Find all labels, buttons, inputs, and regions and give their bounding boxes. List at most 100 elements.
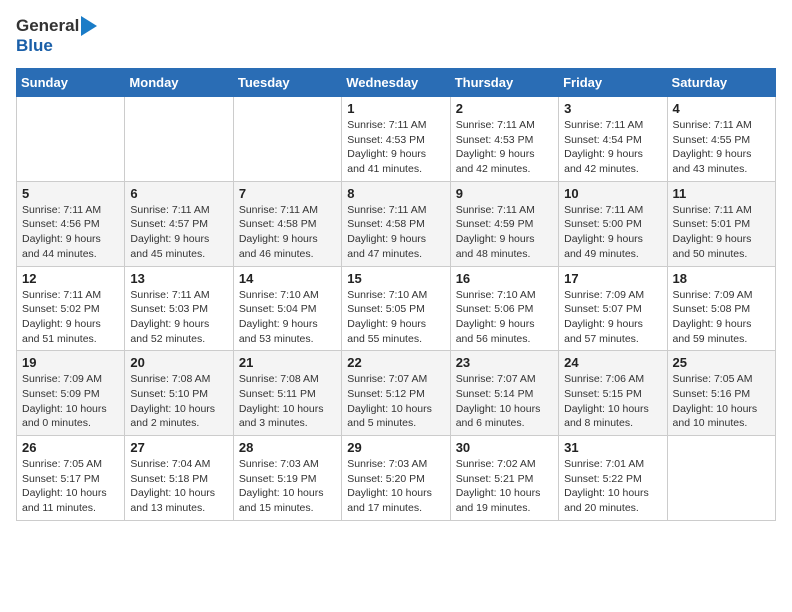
page-header: General Blue (16, 16, 776, 56)
header-wednesday: Wednesday (342, 69, 450, 97)
calendar-cell: 21Sunrise: 7:08 AM Sunset: 5:11 PM Dayli… (233, 351, 341, 436)
calendar-week-2: 5 Sunrise: 7:11 AM Sunset: 4:56 PM Daylig… (17, 181, 776, 266)
day-info: Sunrise: 7:11 AM Sunset: 4:59 PM Dayligh… (456, 203, 553, 262)
calendar-body: 1 Sunrise: 7:11 AM Sunset: 4:53 PM Daylig… (17, 97, 776, 521)
calendar-cell: 10 Sunrise: 7:11 AM Sunset: 5:00 PM Dayli… (559, 181, 667, 266)
calendar-week-3: 12 Sunrise: 7:11 AM Sunset: 5:02 PM Dayli… (17, 266, 776, 351)
calendar-cell: 6 Sunrise: 7:11 AM Sunset: 4:57 PM Daylig… (125, 181, 233, 266)
day-info: Sunrise: 7:11 AM Sunset: 5:02 PM Dayligh… (22, 288, 119, 347)
calendar-week-5: 26Sunrise: 7:05 AM Sunset: 5:17 PM Dayli… (17, 436, 776, 521)
calendar-cell: 1 Sunrise: 7:11 AM Sunset: 4:53 PM Daylig… (342, 97, 450, 182)
day-number: 18 (673, 271, 770, 286)
calendar-cell: 15 Sunrise: 7:10 AM Sunset: 5:05 PM Dayli… (342, 266, 450, 351)
calendar-cell: 24Sunrise: 7:06 AM Sunset: 5:15 PM Dayli… (559, 351, 667, 436)
calendar-cell: 5 Sunrise: 7:11 AM Sunset: 4:56 PM Daylig… (17, 181, 125, 266)
calendar-cell: 9Sunrise: 7:11 AM Sunset: 4:59 PM Daylig… (450, 181, 558, 266)
day-info: Sunrise: 7:11 AM Sunset: 4:58 PM Dayligh… (347, 203, 444, 262)
header-friday: Friday (559, 69, 667, 97)
day-number: 14 (239, 271, 336, 286)
day-number: 23 (456, 355, 553, 370)
day-number: 29 (347, 440, 444, 455)
calendar-cell: 30Sunrise: 7:02 AM Sunset: 5:21 PM Dayli… (450, 436, 558, 521)
day-info: Sunrise: 7:11 AM Sunset: 5:01 PM Dayligh… (673, 203, 770, 262)
calendar-cell (17, 97, 125, 182)
day-number: 15 (347, 271, 444, 286)
day-number: 19 (22, 355, 119, 370)
calendar-cell: 20 Sunrise: 7:08 AM Sunset: 5:10 PM Dayli… (125, 351, 233, 436)
day-info: Sunrise: 7:09 AM Sunset: 5:08 PM Dayligh… (673, 288, 770, 347)
logo: General Blue (16, 16, 97, 56)
day-info: Sunrise: 7:04 AM Sunset: 5:18 PM Dayligh… (130, 457, 227, 516)
header-thursday: Thursday (450, 69, 558, 97)
day-info: Sunrise: 7:11 AM Sunset: 4:56 PM Dayligh… (22, 203, 119, 262)
day-info: Sunrise: 7:08 AM Sunset: 5:11 PM Dayligh… (239, 372, 336, 431)
day-info: Sunrise: 7:11 AM Sunset: 5:00 PM Dayligh… (564, 203, 661, 262)
day-number: 22 (347, 355, 444, 370)
day-number: 11 (673, 186, 770, 201)
day-number: 25 (673, 355, 770, 370)
day-info: Sunrise: 7:05 AM Sunset: 5:16 PM Dayligh… (673, 372, 770, 431)
calendar-cell: 26Sunrise: 7:05 AM Sunset: 5:17 PM Dayli… (17, 436, 125, 521)
calendar-cell: 25 Sunrise: 7:05 AM Sunset: 5:16 PM Dayli… (667, 351, 775, 436)
calendar-cell: 22 Sunrise: 7:07 AM Sunset: 5:12 PM Dayli… (342, 351, 450, 436)
day-info: Sunrise: 7:03 AM Sunset: 5:19 PM Dayligh… (239, 457, 336, 516)
day-number: 31 (564, 440, 661, 455)
day-number: 24 (564, 355, 661, 370)
day-info: Sunrise: 7:11 AM Sunset: 5:03 PM Dayligh… (130, 288, 227, 347)
day-info: Sunrise: 7:10 AM Sunset: 5:05 PM Dayligh… (347, 288, 444, 347)
day-number: 28 (239, 440, 336, 455)
calendar-cell: 4Sunrise: 7:11 AM Sunset: 4:55 PM Daylig… (667, 97, 775, 182)
calendar-cell: 31Sunrise: 7:01 AM Sunset: 5:22 PM Dayli… (559, 436, 667, 521)
day-info: Sunrise: 7:03 AM Sunset: 5:20 PM Dayligh… (347, 457, 444, 516)
day-info: Sunrise: 7:10 AM Sunset: 5:06 PM Dayligh… (456, 288, 553, 347)
calendar-cell (125, 97, 233, 182)
day-info: Sunrise: 7:07 AM Sunset: 5:12 PM Dayligh… (347, 372, 444, 431)
day-info: Sunrise: 7:11 AM Sunset: 4:54 PM Dayligh… (564, 118, 661, 177)
calendar-cell: 27 Sunrise: 7:04 AM Sunset: 5:18 PM Dayli… (125, 436, 233, 521)
day-number: 2 (456, 101, 553, 116)
calendar-cell: 8 Sunrise: 7:11 AM Sunset: 4:58 PM Daylig… (342, 181, 450, 266)
day-info: Sunrise: 7:09 AM Sunset: 5:09 PM Dayligh… (22, 372, 119, 431)
day-number: 10 (564, 186, 661, 201)
header-saturday: Saturday (667, 69, 775, 97)
calendar-cell: 12 Sunrise: 7:11 AM Sunset: 5:02 PM Dayli… (17, 266, 125, 351)
day-number: 30 (456, 440, 553, 455)
header-sunday: Sunday (17, 69, 125, 97)
calendar-table: SundayMondayTuesdayWednesdayThursdayFrid… (16, 68, 776, 521)
day-number: 12 (22, 271, 119, 286)
day-info: Sunrise: 7:09 AM Sunset: 5:07 PM Dayligh… (564, 288, 661, 347)
calendar-cell: 3 Sunrise: 7:11 AM Sunset: 4:54 PM Daylig… (559, 97, 667, 182)
day-info: Sunrise: 7:07 AM Sunset: 5:14 PM Dayligh… (456, 372, 553, 431)
calendar-week-4: 19 Sunrise: 7:09 AM Sunset: 5:09 PM Dayli… (17, 351, 776, 436)
day-info: Sunrise: 7:10 AM Sunset: 5:04 PM Dayligh… (239, 288, 336, 347)
calendar-cell: 11 Sunrise: 7:11 AM Sunset: 5:01 PM Dayli… (667, 181, 775, 266)
day-number: 13 (130, 271, 227, 286)
day-number: 6 (130, 186, 227, 201)
calendar-cell: 13 Sunrise: 7:11 AM Sunset: 5:03 PM Dayli… (125, 266, 233, 351)
day-number: 20 (130, 355, 227, 370)
day-info: Sunrise: 7:11 AM Sunset: 4:53 PM Dayligh… (456, 118, 553, 177)
day-number: 27 (130, 440, 227, 455)
day-number: 5 (22, 186, 119, 201)
day-number: 8 (347, 186, 444, 201)
calendar-cell: 23 Sunrise: 7:07 AM Sunset: 5:14 PM Dayli… (450, 351, 558, 436)
calendar-cell (233, 97, 341, 182)
calendar-cell: 28 Sunrise: 7:03 AM Sunset: 5:19 PM Dayli… (233, 436, 341, 521)
day-number: 1 (347, 101, 444, 116)
calendar-cell: 17Sunrise: 7:09 AM Sunset: 5:07 PM Dayli… (559, 266, 667, 351)
calendar-week-1: 1 Sunrise: 7:11 AM Sunset: 4:53 PM Daylig… (17, 97, 776, 182)
calendar-cell: 19 Sunrise: 7:09 AM Sunset: 5:09 PM Dayli… (17, 351, 125, 436)
calendar-cell: 2 Sunrise: 7:11 AM Sunset: 4:53 PM Daylig… (450, 97, 558, 182)
logo-blue: Blue (16, 36, 53, 55)
day-info: Sunrise: 7:11 AM Sunset: 4:55 PM Dayligh… (673, 118, 770, 177)
day-info: Sunrise: 7:11 AM Sunset: 4:53 PM Dayligh… (347, 118, 444, 177)
logo-arrow-icon (81, 16, 97, 36)
day-info: Sunrise: 7:11 AM Sunset: 4:57 PM Dayligh… (130, 203, 227, 262)
calendar-cell (667, 436, 775, 521)
calendar-cell: 14 Sunrise: 7:10 AM Sunset: 5:04 PM Dayli… (233, 266, 341, 351)
day-info: Sunrise: 7:08 AM Sunset: 5:10 PM Dayligh… (130, 372, 227, 431)
day-info: Sunrise: 7:05 AM Sunset: 5:17 PM Dayligh… (22, 457, 119, 516)
calendar-cell: 18 Sunrise: 7:09 AM Sunset: 5:08 PM Dayli… (667, 266, 775, 351)
day-number: 3 (564, 101, 661, 116)
calendar-cell: 7Sunrise: 7:11 AM Sunset: 4:58 PM Daylig… (233, 181, 341, 266)
